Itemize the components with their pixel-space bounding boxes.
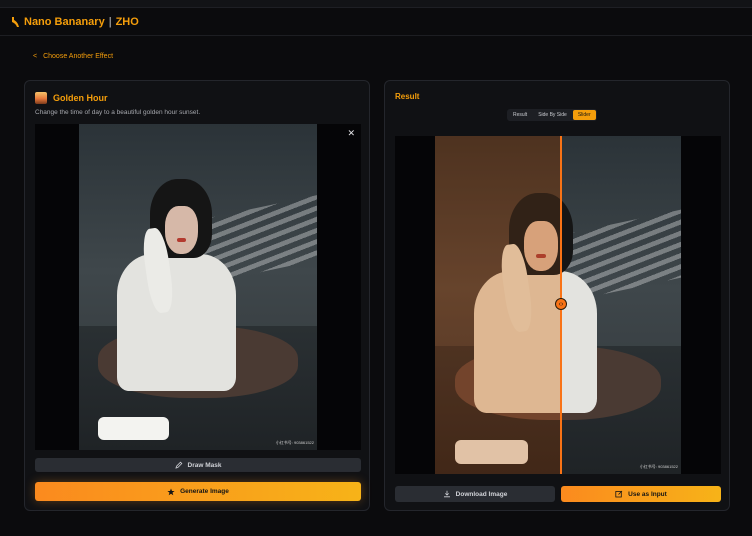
result-panel: Result Result Side By Side Slider 小红书号: …	[384, 80, 730, 511]
image-watermark: 小红书号: 903861522	[275, 440, 314, 445]
draw-mask-label: Draw Mask	[187, 461, 222, 469]
effect-name: Golden Hour	[53, 93, 108, 103]
face	[164, 205, 198, 255]
draw-mask-button[interactable]: Draw Mask	[35, 458, 361, 472]
drag-handle-icon[interactable]: ‹›	[555, 298, 567, 310]
banana-icon	[12, 16, 19, 27]
title-separator: |	[108, 15, 112, 28]
result-image-container: 小红书号: 903861522 ‹›	[395, 136, 721, 474]
star-icon	[167, 488, 175, 495]
download-image-button[interactable]: Download Image	[395, 486, 555, 502]
warm-overlay	[435, 136, 560, 474]
generate-label: Generate Image	[180, 488, 229, 495]
edit-square-icon	[615, 490, 623, 498]
image-watermark: 小红书号: 903861522	[639, 464, 678, 469]
lips	[176, 238, 187, 242]
comparison-slider[interactable]: 小红书号: 903861522 ‹›	[435, 136, 681, 474]
app-title: Nano Bananary	[24, 15, 105, 28]
view-option-side-by-side[interactable]: Side By Side	[533, 110, 572, 120]
app-author: ZHO	[115, 15, 139, 28]
download-label: Download Image	[455, 490, 508, 498]
result-title: Result	[395, 92, 420, 101]
close-icon[interactable]: ✕	[347, 128, 355, 139]
sweater	[117, 254, 237, 392]
effect-description: Change the time of day to a beautiful go…	[35, 109, 201, 116]
generate-image-button[interactable]: Generate Image	[35, 482, 361, 501]
pencil-icon	[174, 461, 182, 469]
brand[interactable]: Nano Bananary | ZHO	[10, 16, 139, 28]
input-image: 小红书号: 903861522	[79, 124, 317, 450]
shoe	[98, 417, 170, 441]
download-icon	[443, 490, 450, 498]
chevron-left-icon: <	[33, 53, 38, 60]
use-as-input-button[interactable]: Use as Input	[561, 486, 721, 502]
sunset-thumbnail-icon	[35, 92, 47, 104]
effect-header: Golden Hour	[35, 92, 108, 104]
input-image-container: 小红书号: 903861522 ✕	[35, 124, 361, 450]
view-option-slider[interactable]: Slider	[572, 110, 596, 120]
app-header: Nano Bananary | ZHO	[0, 8, 752, 36]
view-option-result[interactable]: Result	[508, 110, 532, 120]
window-top-strip	[0, 0, 752, 8]
choose-another-effect-link[interactable]: < Choose Another Effect	[33, 53, 113, 60]
golden-hour-image	[435, 136, 560, 474]
effect-panel: Golden Hour Change the time of day to a …	[24, 80, 370, 511]
view-mode-toggle: Result Side By Side Slider	[507, 109, 597, 121]
back-label: Choose Another Effect	[43, 53, 114, 60]
photo-scene: 小红书号: 903861522	[79, 124, 317, 450]
use-as-input-label: Use as Input	[628, 490, 667, 498]
